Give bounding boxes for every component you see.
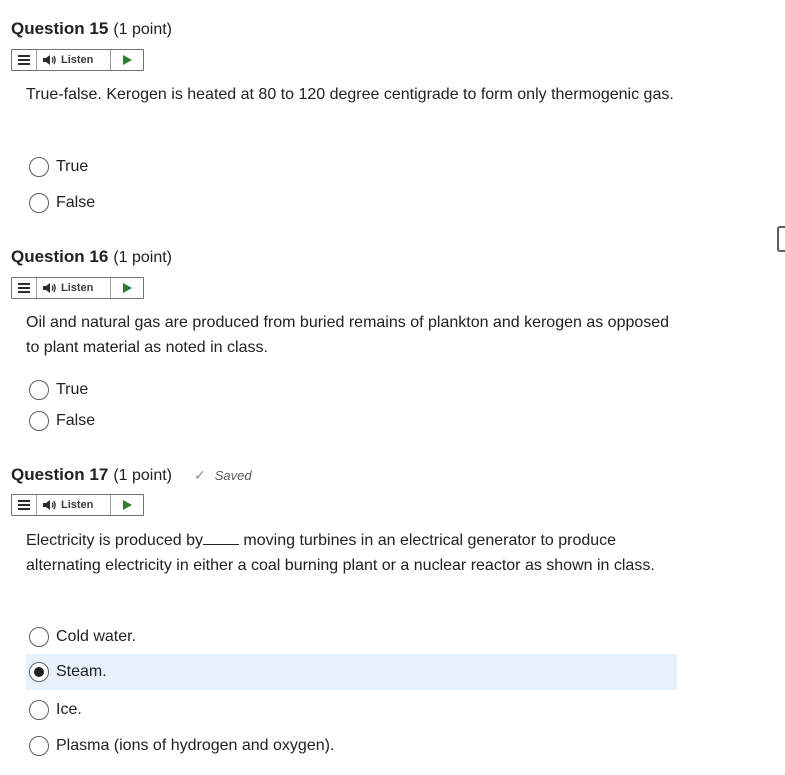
play-button[interactable]: [111, 278, 143, 298]
saved-label: Saved: [214, 468, 252, 483]
listen-button[interactable]: Listen: [37, 495, 111, 515]
question-points: (1 point): [113, 467, 173, 484]
option-label: False: [56, 412, 96, 429]
question-points: (1 point): [113, 21, 173, 38]
question-text-before-blank: Electricity is produced by: [26, 532, 203, 549]
checkmark-icon: ✓: [194, 467, 206, 483]
readspeaker-menu-button[interactable]: [12, 495, 37, 515]
hamburger-menu-icon: [18, 55, 30, 65]
speaker-icon: [43, 55, 56, 65]
option-false[interactable]: False: [26, 403, 677, 439]
listen-label: Listen: [61, 499, 94, 511]
radio-button[interactable]: [29, 700, 49, 720]
listen-label: Listen: [61, 54, 94, 66]
speaker-icon: [43, 500, 56, 510]
option-label: Ice.: [56, 701, 82, 718]
radio-button[interactable]: [29, 736, 49, 756]
question-points: (1 point): [113, 249, 173, 266]
radio-button[interactable]: [29, 193, 49, 213]
option-ice[interactable]: Ice.: [26, 692, 677, 728]
hamburger-menu-icon: [18, 500, 30, 510]
readspeaker-menu-button[interactable]: [12, 50, 37, 70]
play-icon: [122, 500, 132, 510]
option-false[interactable]: False: [26, 185, 677, 221]
readspeaker-menu-button[interactable]: [12, 278, 37, 298]
readspeaker-toolbar: Listen: [11, 277, 144, 299]
option-label: False: [56, 194, 96, 211]
option-label: True: [56, 381, 89, 398]
radio-button[interactable]: [29, 411, 49, 431]
play-icon: [122, 283, 132, 293]
question-title: Question 15: [11, 19, 109, 38]
play-icon: [122, 55, 132, 65]
radio-button[interactable]: [29, 380, 49, 400]
readspeaker-toolbar: Listen: [11, 494, 144, 516]
option-label: True: [56, 158, 89, 175]
option-plasma[interactable]: Plasma (ions of hydrogen and oxygen).: [26, 728, 677, 764]
fill-in-blank-line: [202, 530, 239, 545]
question-title: Question 17: [11, 465, 109, 484]
question-header: Question 17 (1 point) ✓ Saved: [11, 465, 252, 487]
option-true[interactable]: True: [26, 149, 677, 185]
option-label: Steam.: [56, 663, 107, 680]
question-text: True-false. Kerogen is heated at 80 to 1…: [26, 86, 674, 103]
listen-label: Listen: [61, 282, 94, 294]
option-label: Plasma (ions of hydrogen and oxygen).: [56, 737, 335, 754]
side-panel-handle[interactable]: [777, 226, 785, 252]
option-label: Cold water.: [56, 628, 137, 645]
question-text: Electricity is produced by moving turbin…: [26, 528, 676, 578]
question-header: Question 15 (1 point): [11, 19, 172, 41]
radio-button[interactable]: [29, 157, 49, 177]
question-title: Question 16: [11, 247, 109, 266]
play-button[interactable]: [111, 495, 143, 515]
play-button[interactable]: [111, 50, 143, 70]
readspeaker-toolbar: Listen: [11, 49, 144, 71]
saved-indicator: ✓ Saved: [194, 467, 252, 484]
listen-button[interactable]: Listen: [37, 50, 111, 70]
hamburger-menu-icon: [18, 283, 30, 293]
speaker-icon: [43, 283, 56, 293]
question-text: Oil and natural gas are produced from bu…: [26, 314, 670, 356]
radio-button-selected[interactable]: [29, 662, 49, 682]
question-header: Question 16 (1 point): [11, 247, 172, 269]
radio-button[interactable]: [29, 627, 49, 647]
option-cold-water[interactable]: Cold water.: [26, 619, 677, 655]
option-steam[interactable]: Steam.: [26, 654, 677, 690]
listen-button[interactable]: Listen: [37, 278, 111, 298]
